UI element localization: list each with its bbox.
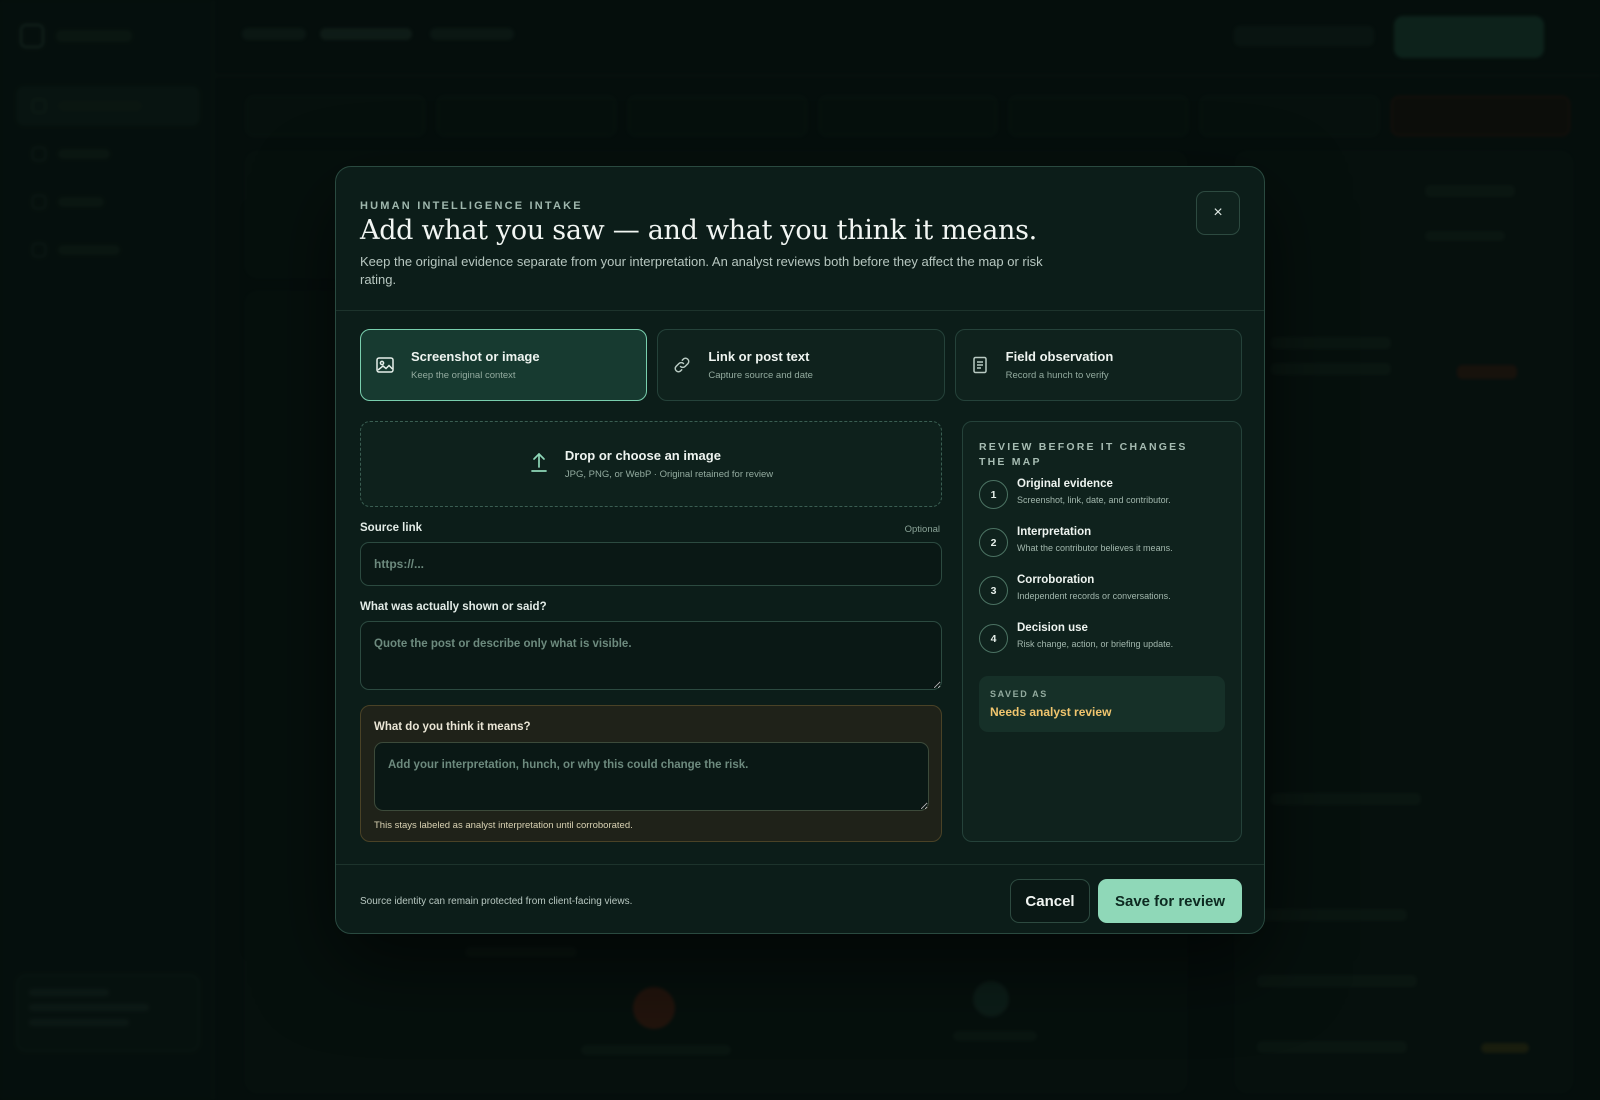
observation-textarea[interactable]: [360, 621, 942, 690]
dropzone-title: Drop or choose an image: [564, 448, 721, 463]
interpretation-note: This stays labeled as analyst interpreta…: [374, 820, 633, 831]
review-title: REVIEW BEFORE IT CHANGES THE MAP: [979, 441, 1188, 468]
image-dropzone[interactable]: Drop or choose an image JPG, PNG, or Web…: [360, 421, 942, 507]
modal-subtitle: Keep the original evidence separate from…: [360, 254, 1043, 287]
review-step: 2 Interpretation What the contributor be…: [979, 526, 1229, 566]
source-type-label: Screenshot or image: [411, 349, 540, 364]
observation-label: What was actually shown or said?: [360, 601, 547, 613]
source-type-selector: Screenshot or image Keep the original co…: [360, 329, 1242, 401]
step-description: What the contributor believes it means.: [1017, 543, 1173, 553]
dropzone-text: Drop or choose an image JPG, PNG, or Web…: [565, 448, 773, 480]
source-type-text: Screenshot or image Keep the original co…: [411, 349, 540, 381]
link-icon: [672, 355, 692, 375]
source-link-optional: Optional: [904, 524, 940, 535]
modal-title: Add what you saw — and what you think it…: [360, 215, 1037, 246]
step-title: Corroboration: [1017, 574, 1095, 586]
interpretation-textarea[interactable]: [374, 742, 929, 811]
note-icon: [970, 355, 990, 375]
interpretation-section: What do you think it means? This stays l…: [360, 705, 942, 842]
footer-note: Source identity can remain protected fro…: [360, 896, 633, 907]
source-type-screenshot[interactable]: Screenshot or image Keep the original co…: [360, 329, 648, 401]
cancel-button[interactable]: Cancel: [1010, 879, 1090, 923]
step-description: Risk change, action, or briefing update.: [1017, 639, 1174, 649]
source-type-label: Link or post text: [708, 349, 810, 364]
step-description: Screenshot, link, date, and contributor.: [1017, 495, 1171, 505]
dropzone-hint: JPG, PNG, or WebP · Original retained fo…: [564, 469, 774, 480]
saved-as-label: SAVED AS: [990, 689, 1048, 699]
step-title: Original evidence: [1017, 478, 1113, 490]
source-link-label: Source link: [360, 522, 422, 534]
step-number: 2: [979, 528, 1008, 557]
modal-footer: Source identity can remain protected fro…: [336, 864, 1264, 933]
step-title: Interpretation: [1017, 526, 1092, 538]
review-step: 1 Original evidence Screenshot, link, da…: [979, 478, 1229, 518]
source-type-label: Field observation: [1005, 349, 1114, 364]
step-number: 4: [979, 624, 1008, 653]
source-type-hint: Record a hunch to verify: [1005, 370, 1109, 381]
step-number: 3: [979, 576, 1008, 605]
step-title: Decision use: [1017, 622, 1088, 634]
step-number: 1: [979, 480, 1008, 509]
upload-icon: [529, 450, 549, 479]
source-type-text: Field observation Record a hunch to veri…: [1006, 349, 1114, 381]
review-step: 3 Corroboration Independent records or c…: [979, 574, 1229, 614]
image-icon: [375, 355, 395, 375]
review-step: 4 Decision use Risk change, action, or b…: [979, 622, 1229, 662]
source-type-hint: Keep the original context: [411, 370, 516, 381]
source-type-hint: Capture source and date: [708, 370, 813, 381]
saved-status-card: SAVED AS Needs analyst review: [979, 676, 1225, 732]
status-badge: Needs analyst review: [990, 705, 1112, 719]
close-icon: ×: [1213, 204, 1223, 221]
intake-modal: HUMAN INTELLIGENCE INTAKE Add what you s…: [335, 166, 1265, 934]
save-for-review-button[interactable]: Save for review: [1098, 879, 1242, 923]
step-description: Independent records or conversations.: [1017, 591, 1171, 601]
source-type-text: Link or post text Capture source and dat…: [708, 349, 813, 381]
source-type-link[interactable]: Link or post text Capture source and dat…: [657, 329, 945, 401]
close-button[interactable]: ×: [1196, 191, 1240, 235]
interpretation-label: What do you think it means?: [374, 721, 531, 733]
source-link-input[interactable]: [360, 542, 942, 586]
review-panel: REVIEW BEFORE IT CHANGES THE MAP 1 Origi…: [962, 421, 1242, 842]
modal-eyebrow: HUMAN INTELLIGENCE INTAKE: [360, 200, 583, 212]
source-type-field-observation[interactable]: Field observation Record a hunch to veri…: [954, 329, 1242, 401]
modal-header: HUMAN INTELLIGENCE INTAKE Add what you s…: [336, 167, 1264, 311]
